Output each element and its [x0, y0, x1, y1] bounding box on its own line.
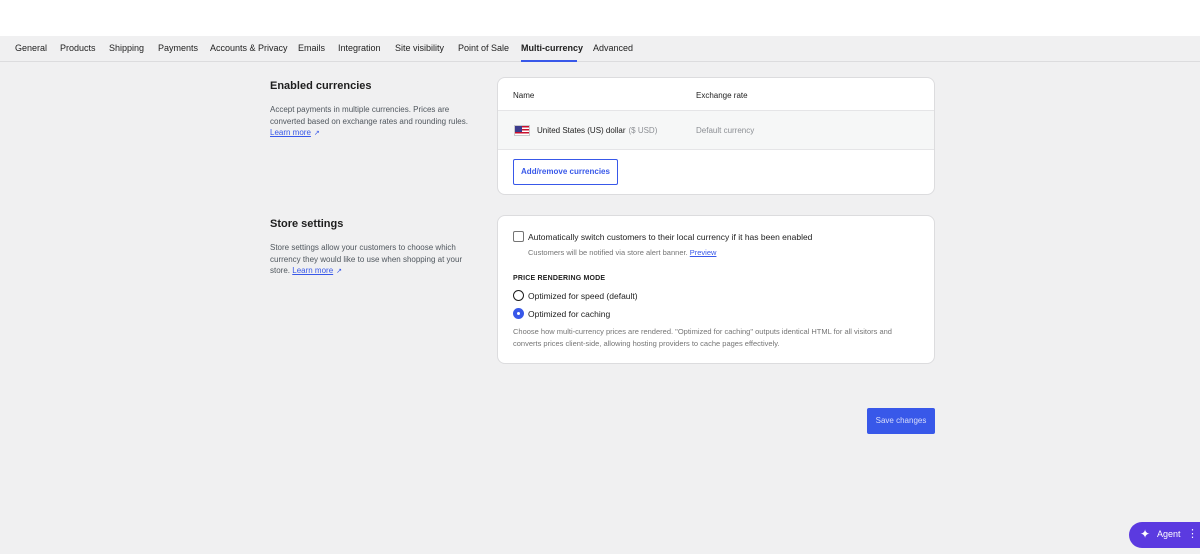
currency-name-text: United States (US) dollar [537, 126, 626, 135]
add-remove-currencies-button[interactable]: Add/remove currencies [513, 159, 618, 185]
external-link-icon: ↗ [336, 268, 343, 275]
currency-name: United States (US) dollar ($ USD) [537, 126, 657, 135]
auto-switch-help-text: Customers will be notified via store ale… [528, 248, 688, 257]
currency-code: ($ USD) [628, 126, 658, 135]
tab-products[interactable]: Products [60, 43, 96, 53]
tab-integration[interactable]: Integration [338, 43, 381, 53]
enabled-currencies-description-text: Accept payments in multiple currencies. … [270, 105, 468, 126]
us-flag-icon [514, 125, 530, 136]
radio-optimized-speed-label[interactable]: Optimized for speed (default) [528, 291, 638, 301]
enabled-currencies-learn-more-link[interactable]: Learn more [270, 128, 311, 137]
tab-payments[interactable]: Payments [158, 43, 198, 53]
exchange-rate-value: Default currency [696, 126, 755, 135]
tab-point-of-sale[interactable]: Point of Sale [458, 43, 509, 53]
store-settings-title: Store settings [270, 218, 344, 230]
enabled-currencies-description: Accept payments in multiple currencies. … [270, 104, 480, 140]
agent-button[interactable]: ✦ Agent ⋮⋮ [1129, 522, 1200, 548]
tab-emails[interactable]: Emails [298, 43, 325, 53]
store-settings-description: Store settings allow your customers to c… [270, 242, 480, 278]
price-rendering-heading: PRICE RENDERING MODE [513, 275, 606, 282]
radio-optimized-caching-label[interactable]: Optimized for caching [528, 309, 610, 319]
store-settings-learn-more-link[interactable]: Learn more [292, 266, 333, 275]
auto-switch-help: Customers will be notified via store ale… [528, 248, 716, 257]
auto-switch-label[interactable]: Automatically switch customers to their … [528, 232, 812, 242]
settings-tabs: General Products Shipping Payments Accou… [0, 36, 1200, 62]
drag-handle-icon[interactable]: ⋮⋮ [1187, 527, 1200, 541]
tab-accounts-privacy[interactable]: Accounts & Privacy [210, 43, 288, 53]
enabled-currencies-card: Name Exchange rate United States (US) do… [497, 77, 935, 195]
active-tab-indicator [521, 60, 577, 62]
enabled-currencies-title: Enabled currencies [270, 80, 372, 92]
tab-advanced[interactable]: Advanced [593, 43, 633, 53]
external-link-icon: ↗ [313, 130, 320, 137]
table-row: United States (US) dollar ($ USD) Default… [498, 110, 934, 150]
price-rendering-help: Choose how multi-currency prices are ren… [513, 327, 892, 348]
save-changes-button[interactable]: Save changes [867, 408, 935, 434]
column-header-exchange-rate: Exchange rate [696, 91, 748, 100]
column-header-name: Name [513, 91, 535, 100]
store-settings-card: Automatically switch customers to their … [497, 215, 935, 364]
tab-shipping[interactable]: Shipping [109, 43, 144, 53]
tab-site-visibility[interactable]: Site visibility [395, 43, 444, 53]
sparkle-icon: ✦ [1140, 527, 1151, 541]
agent-label: Agent [1157, 529, 1181, 539]
radio-optimized-caching[interactable] [513, 308, 524, 319]
tab-multi-currency[interactable]: Multi-currency [521, 43, 583, 53]
preview-link[interactable]: Preview [690, 248, 717, 257]
top-bar [0, 0, 1200, 36]
tab-general[interactable]: General [15, 43, 47, 53]
auto-switch-checkbox[interactable] [513, 231, 524, 242]
radio-optimized-speed[interactable] [513, 290, 524, 301]
